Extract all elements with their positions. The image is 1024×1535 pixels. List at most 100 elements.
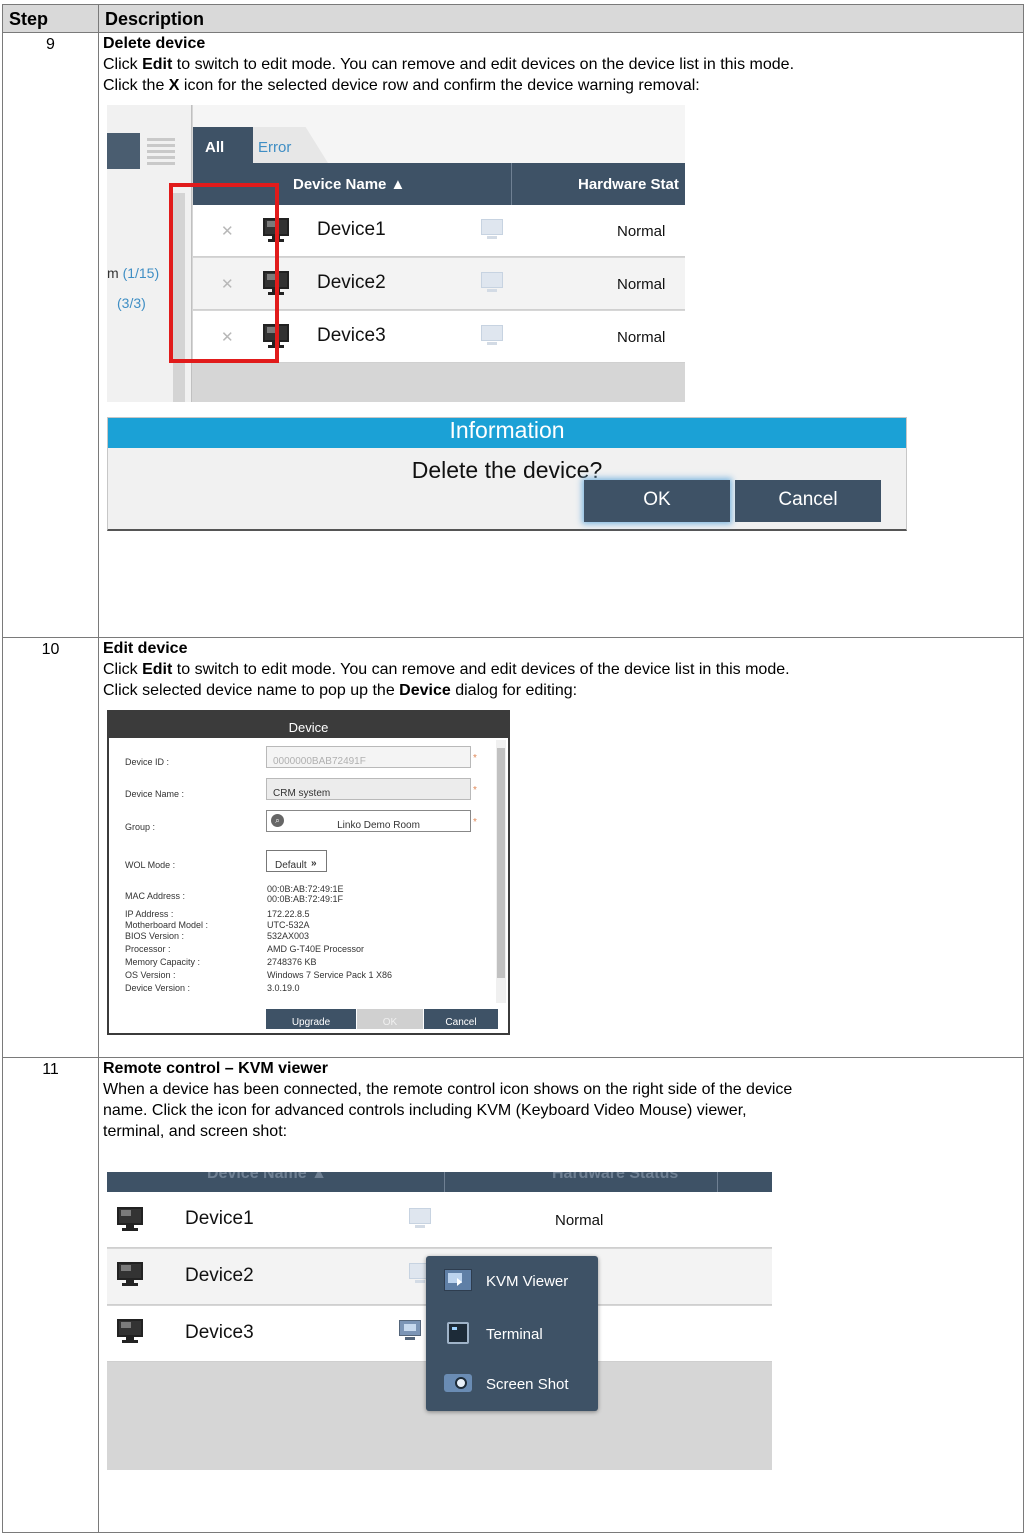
device-name-field[interactable]: CRM system: [266, 778, 471, 800]
bold-term: Edit: [142, 56, 173, 73]
required-mark: *: [473, 753, 477, 764]
required-mark: *: [473, 785, 477, 796]
column-device-name[interactable]: Device Name ▲: [207, 1172, 327, 1184]
group-label: Group :: [125, 822, 156, 832]
remote-control-icon[interactable]: [479, 325, 505, 347]
tab-all[interactable]: All: [193, 127, 253, 163]
step-title: Remote control – KVM viewer: [103, 1060, 328, 1077]
view-toggle-button[interactable]: [107, 133, 140, 169]
remote-control-icon[interactable]: [479, 272, 505, 294]
hardware-status: Normal: [617, 276, 666, 293]
text: Click: [103, 56, 143, 73]
mac-address-label: MAC Address :: [125, 891, 186, 901]
column-hardware-status[interactable]: Hardware Status: [552, 1172, 678, 1184]
table-header: Device Name ▲ Hardware Status: [107, 1172, 772, 1192]
column-divider: [717, 1172, 718, 1192]
monitor-icon: [117, 1207, 143, 1231]
column-divider: [444, 1172, 445, 1192]
column-hardware-status[interactable]: Hardware Stat: [578, 175, 679, 195]
ok-button[interactable]: OK: [584, 480, 730, 522]
step-paragraph: Click Edit to switch to edit mode. You c…: [103, 54, 1023, 75]
device-name[interactable]: Device1: [317, 220, 386, 240]
bold-term: X: [168, 77, 180, 94]
dialog-message: Delete the device?: [411, 457, 603, 483]
text: Click selected device name to pop up the: [103, 682, 400, 699]
table-row[interactable]: Device1 Normal: [107, 1192, 772, 1248]
step-paragraph: Click Edit to switch to edit mode. You c…: [103, 659, 1023, 680]
step-number: 9: [2, 32, 99, 638]
step-number: 11: [2, 1057, 99, 1533]
table-header-row: Step Description: [2, 4, 1024, 33]
remote-control-menu: KVM Viewer Terminal Screen Shot: [426, 1256, 598, 1411]
step-title: Delete device: [103, 35, 206, 52]
device-dialog: Device Device ID : 0000000BAB72491F * De…: [107, 710, 510, 1035]
menu-item-label: KVM Viewer: [486, 1273, 569, 1290]
step-row-11: 11 Remote control – KVM viewer When a de…: [2, 1057, 1024, 1533]
bold-term: Device: [399, 682, 451, 699]
text: Click the: [103, 77, 169, 94]
step-number: 10: [2, 637, 99, 1058]
header-step: Step: [2, 4, 99, 33]
group-count-value: (1/15): [122, 265, 160, 281]
hardware-status: Normal: [617, 223, 666, 240]
kvm-viewer-icon: [444, 1269, 472, 1291]
step-paragraph: Click selected device name to pop up the…: [103, 680, 1023, 701]
remote-control-icon[interactable]: [397, 1320, 423, 1342]
device-name[interactable]: Device2: [317, 273, 386, 293]
hardware-status: Normal: [555, 1212, 604, 1229]
step-description-cell: Edit device Click Edit to switch to edit…: [98, 637, 1024, 1058]
dialog-footer: Upgrade OK Cancel: [109, 1005, 508, 1033]
header-description: Description: [98, 4, 1024, 33]
dialog-title: Information: [108, 418, 906, 448]
remote-control-icon[interactable]: [479, 219, 505, 241]
hardware-status: Normal: [617, 329, 666, 346]
device-name-label: Device Name :: [125, 789, 185, 799]
step-description-cell: Remote control – KVM viewer When a devic…: [98, 1057, 1024, 1533]
procedure-table: Step Description 9 Delete device Click E…: [2, 4, 1024, 1533]
device-name[interactable]: Device3: [317, 326, 386, 346]
device-version-value: 3.0.19.0: [267, 983, 300, 993]
text: icon for the selected device row and con…: [179, 77, 700, 94]
cancel-button[interactable]: Cancel: [735, 480, 881, 522]
device-name[interactable]: Device1: [185, 1209, 254, 1229]
step-row-9: 9 Delete device Click Edit to switch to …: [2, 32, 1024, 638]
highlight-box: [169, 183, 279, 363]
list-view-icon[interactable]: [147, 135, 175, 165]
column-device-name[interactable]: Device Name ▲: [293, 175, 405, 195]
group-label: m: [107, 265, 123, 281]
dialog-body: Device ID : 0000000BAB72491F * Device Na…: [109, 738, 508, 1005]
tab-error[interactable]: Error: [248, 127, 328, 163]
device-id-label: Device ID :: [125, 757, 170, 767]
group-value: Linko Demo Room: [337, 820, 420, 831]
tab-bar: Error All: [193, 105, 685, 163]
device-name[interactable]: Device2: [185, 1266, 254, 1286]
device-name[interactable]: Device3: [185, 1323, 254, 1343]
ok-button[interactable]: OK: [357, 1009, 423, 1029]
menu-item-label: Screen Shot: [486, 1376, 569, 1393]
wol-mode-select[interactable]: Default »: [266, 850, 327, 872]
group-count[interactable]: m (1/15): [107, 263, 159, 283]
upgrade-button[interactable]: Upgrade: [266, 1009, 356, 1029]
step-paragraph: Click the X icon for the selected device…: [103, 75, 1023, 96]
cancel-button[interactable]: Cancel: [424, 1009, 498, 1029]
group-count[interactable]: (3/3): [117, 293, 146, 313]
step-paragraph: terminal, and screen shot:: [103, 1123, 288, 1140]
step-description-cell: Delete device Click Edit to switch to ed…: [98, 32, 1024, 638]
menu-item-label: Terminal: [486, 1326, 543, 1343]
search-icon: ⌕: [271, 814, 284, 827]
dialog-scrollbar[interactable]: [496, 740, 506, 1003]
text: to switch to edit mode. You can remove a…: [172, 56, 795, 73]
text: Click: [103, 661, 143, 678]
wol-mode-label: WOL Mode :: [125, 860, 176, 870]
double-chevron-down-icon: »: [311, 858, 317, 869]
step-row-10: 10 Edit device Click Edit to switch to e…: [2, 637, 1024, 1058]
text: to switch to edit mode. You can remove a…: [172, 661, 790, 678]
step-title: Edit device: [103, 640, 188, 657]
column-divider: [511, 163, 512, 205]
device-id-field: 0000000BAB72491F: [266, 746, 471, 768]
bold-term: Edit: [142, 661, 173, 678]
group-field[interactable]: ⌕ Linko Demo Room: [266, 810, 471, 832]
remote-control-icon[interactable]: [407, 1208, 433, 1230]
device-version-label: Device Version :: [125, 983, 191, 993]
terminal-icon: [447, 1322, 469, 1344]
